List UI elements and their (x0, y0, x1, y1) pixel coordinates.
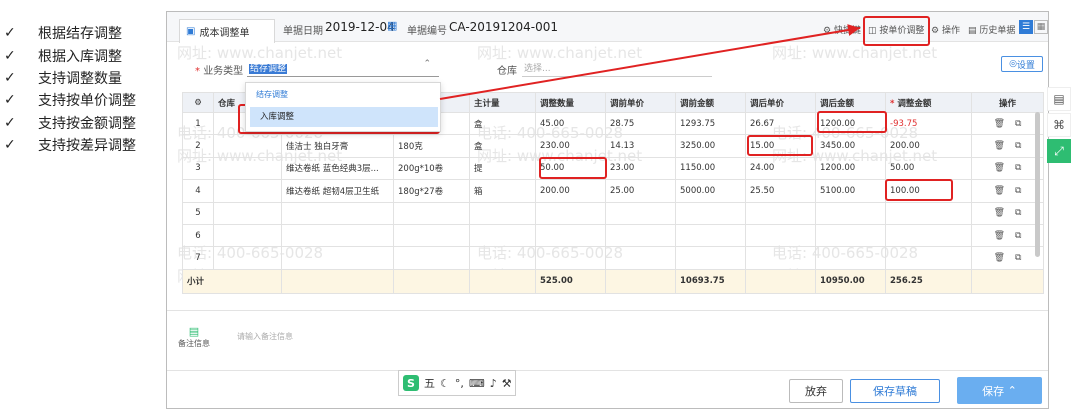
business-type-label: * 业务类型 (195, 66, 244, 77)
warehouse-input[interactable]: 选择... (522, 59, 712, 77)
sogou-logo-icon: S (403, 375, 419, 391)
delete-icon[interactable]: 🗑 (994, 208, 1005, 218)
table-scrollbar[interactable] (1035, 112, 1040, 257)
copy-icon[interactable]: ⧉ (1015, 163, 1021, 173)
table-row[interactable]: 7 🗑 ⧉ (182, 246, 1044, 270)
feature-item: ✓ 根据结存调整 (4, 22, 164, 44)
keyboard-icon[interactable]: ⌨ (469, 377, 485, 390)
feature-list: ✓ 根据结存调整 ✓ 根据入库调整 ✓ 支持调整数量 ✓ 支持按单价调整 ✓ 支持按金额调整 ✓ 支持… (4, 22, 164, 156)
option-inbound-adjust[interactable]: 入库调整 (250, 107, 438, 127)
feature-text: 支持按金额调整 (38, 115, 136, 132)
copy-icon[interactable]: ⧉ (1015, 119, 1021, 129)
note-icon: ▤ (188, 325, 200, 338)
doc-no-value: CA-20191204-001 (449, 20, 558, 34)
history-link[interactable]: ▤ 历史单据 (968, 23, 1015, 36)
chevron-up-icon: ⌃ (423, 59, 431, 69)
delete-icon[interactable]: 🗑 (994, 253, 1005, 263)
remark-input[interactable]: 请输入备注信息 (237, 331, 293, 342)
date-label: 单据日期 (283, 26, 323, 37)
feature-item: ✓ 支持按金额调整 (4, 112, 164, 134)
remark-label: 备注信息 (178, 339, 210, 348)
subtotal-row: 小计 525.00 10693.75 10950.00 256.25 (182, 268, 1044, 294)
table-row[interactable]: 2 佳洁士 独白牙膏 180克盒 230.00 14.13 3250.00 15.00 345… (182, 134, 1044, 158)
check-icon: ✓ (4, 114, 16, 131)
chevron-up-icon: ⌃ (1007, 384, 1017, 397)
operate-menu[interactable]: ⚙ 操作 (931, 23, 960, 36)
doc-no-label: 单据编号 (407, 26, 447, 37)
copy-icon[interactable]: ⧉ (1015, 186, 1021, 196)
quick-key-link[interactable]: ⚙ 快捷键 (823, 23, 861, 36)
link-icon[interactable]: ⌘ (1047, 113, 1071, 137)
feature-item: ✓ 支持调整数量 (4, 67, 164, 89)
table-row[interactable]: 6 🗑 ⧉ (182, 223, 1044, 248)
moon-icon[interactable]: ☾ (440, 377, 450, 390)
expand-icon[interactable]: ⤢ (1047, 139, 1071, 163)
table-row[interactable]: 3 维达卷纸 蓝色经典3层... 200g*10卷提 50.00 23.00 1150.0… (182, 156, 1044, 181)
ime-mode-text[interactable]: 五 (424, 375, 435, 391)
grid-view-icon[interactable]: ▦ (1034, 20, 1048, 34)
tool-icon[interactable]: ⚒ (502, 377, 512, 390)
feature-text: 支持按单价调整 (38, 93, 136, 110)
feature-text: 支持调整数量 (38, 70, 122, 87)
table-row[interactable]: 5 🗑 ⧉ (182, 201, 1044, 225)
mic-icon[interactable]: ♪ (490, 377, 497, 390)
delete-icon[interactable]: 🗑 (994, 231, 1005, 241)
note-sidebar-icon[interactable]: ▤ (1047, 87, 1071, 111)
feature-item: ✓ 支持按差异调整 (4, 134, 164, 156)
business-type-select[interactable]: 结存调整 ⌃ (247, 59, 439, 77)
feature-item: ✓ 根据入库调整 (4, 44, 164, 66)
delete-icon[interactable]: 🗑 (994, 186, 1005, 196)
delete-icon[interactable]: 🗑 (994, 119, 1005, 129)
ime-toolbar: S 五 ☾ °, ⌨ ♪ ⚒ (398, 370, 516, 396)
business-type-dropdown: 结存调整 入库调整 (245, 82, 441, 132)
copy-icon[interactable]: ⧉ (1015, 208, 1021, 218)
tab-cost-adjustment[interactable]: ▣ 成本调整单 (179, 19, 275, 43)
right-side-toolbar: ▤ ⌘ ⤢ (1047, 87, 1073, 163)
column-settings-icon[interactable]: ⚙ (182, 92, 214, 113)
check-icon: ✓ (4, 47, 16, 64)
feature-text: 根据入库调整 (38, 48, 122, 65)
check-icon: ✓ (4, 25, 16, 42)
check-icon: ✓ (4, 92, 16, 109)
warehouse-label: 仓库 (497, 66, 517, 77)
app-window: 电话: 400-665-0028网址: www.chanjet.net电话: 4… (166, 11, 1049, 409)
save-button[interactable]: 保存 ⌃ (957, 377, 1042, 404)
remark-section: ▤ 备注信息 请输入备注信息 (167, 310, 1048, 370)
cancel-button[interactable]: 放弃 (789, 379, 843, 403)
copy-icon[interactable]: ⧉ (1015, 141, 1021, 151)
punct-icon[interactable]: °, (455, 377, 464, 390)
calendar-icon[interactable]: ▦ (387, 19, 397, 32)
feature-text: 根据结存调整 (38, 26, 122, 43)
feature-item: ✓ 支持按单价调整 (4, 89, 164, 111)
document-icon: ▣ (186, 26, 196, 37)
delete-icon[interactable]: 🗑 (994, 141, 1005, 151)
copy-icon[interactable]: ⧉ (1015, 231, 1021, 241)
settings-button[interactable]: ◎ 设置 (1001, 56, 1043, 72)
date-field[interactable]: 2019-12-04 (325, 20, 395, 34)
option-balance-adjust[interactable]: 结存调整 (256, 89, 288, 100)
footer-bar: 放弃 保存草稿 保存 ⌃ (167, 370, 1048, 408)
save-draft-button[interactable]: 保存草稿 (850, 379, 940, 403)
delete-icon[interactable]: 🗑 (994, 163, 1005, 173)
feature-text: 支持按差异调整 (38, 138, 136, 155)
check-icon: ✓ (4, 137, 16, 154)
list-view-icon[interactable]: ☰ (1019, 20, 1033, 34)
check-icon: ✓ (4, 69, 16, 86)
copy-icon[interactable]: ⧉ (1015, 253, 1021, 263)
